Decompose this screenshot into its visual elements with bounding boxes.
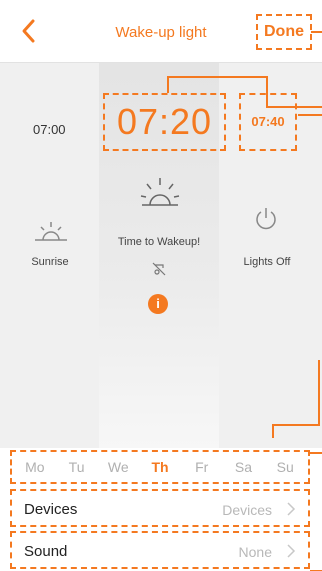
day-th[interactable]: Th: [139, 459, 181, 475]
sound-row[interactable]: Sound None: [10, 531, 310, 569]
alarm-off-icon: [152, 262, 166, 276]
callout-line: [272, 424, 274, 438]
callout-line: [266, 76, 268, 107]
done-button[interactable]: Done: [256, 14, 312, 50]
callout-line: [272, 424, 320, 426]
devices-label: Devices: [24, 501, 78, 518]
day-tu[interactable]: Tu: [56, 459, 98, 475]
chevron-right-icon: [287, 544, 296, 558]
day-mo[interactable]: Mo: [14, 459, 56, 475]
weekday-selector: Mo Tu We Th Fr Sa Su: [10, 450, 310, 484]
callout-line: [266, 106, 322, 108]
callout-line: [311, 31, 322, 33]
header-bar: Wake-up light Done: [0, 0, 322, 63]
lights-off-time[interactable]: 07:40: [239, 93, 297, 151]
day-fr[interactable]: Fr: [181, 459, 223, 475]
callout-line: [310, 452, 322, 454]
day-sa[interactable]: Sa: [223, 459, 265, 475]
sound-label: Sound: [24, 543, 68, 560]
day-we[interactable]: We: [97, 459, 139, 475]
devices-value: Devices: [222, 502, 272, 518]
sound-value: None: [238, 544, 272, 560]
wake-time[interactable]: 07:20: [103, 93, 226, 151]
lights-off-label: Lights Off: [243, 256, 291, 268]
sunrise-icon: [35, 222, 67, 241]
sunrise-label: Sunrise: [31, 256, 69, 268]
sun-icon: [140, 178, 180, 206]
sunrise-start-time[interactable]: 07:00: [33, 122, 66, 137]
callout-line: [298, 114, 322, 116]
chevron-right-icon: [287, 502, 296, 516]
callout-line: [318, 360, 320, 426]
power-icon: [256, 208, 276, 230]
callout-line: [167, 76, 169, 93]
wake-label: Time to Wakeup!: [117, 236, 201, 248]
day-su[interactable]: Su: [264, 459, 306, 475]
devices-row[interactable]: Devices Devices: [10, 489, 310, 527]
wake-timeline-panel: 07:00 07:20 07:40 Sunrise Time to Wakeup…: [0, 63, 322, 448]
callout-line: [167, 76, 267, 78]
info-icon[interactable]: i: [148, 294, 168, 314]
